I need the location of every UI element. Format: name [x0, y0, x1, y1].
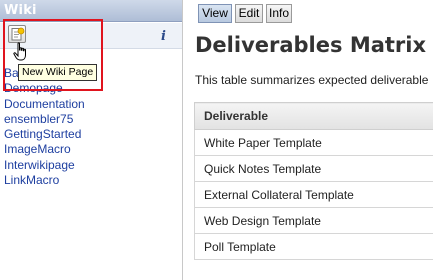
table-row: Poll Template [194, 233, 433, 260]
tab-info[interactable]: Info [266, 4, 292, 23]
sidebar-title: Wiki [4, 3, 37, 18]
deliverables-table: Deliverable White Paper Template Quick N… [194, 102, 433, 260]
table-row: Quick Notes Template [194, 155, 433, 182]
page-link[interactable]: LinkMacro [4, 173, 85, 188]
info-icon[interactable]: i [161, 29, 166, 44]
page-link[interactable]: ImageMacro [4, 142, 85, 157]
highlight-annotation [3, 19, 103, 91]
column-header-deliverable: Deliverable [194, 102, 433, 130]
table-row: Web Design Template [194, 207, 433, 234]
page-description: This table summarizes expected deliverab… [195, 73, 429, 87]
page-link[interactable]: Documentation [4, 97, 85, 112]
page-link[interactable]: GettingStarted [4, 127, 85, 142]
table-cell: External Collateral Template [194, 181, 433, 208]
table-cell: Poll Template [194, 233, 433, 260]
tab-edit[interactable]: Edit [235, 4, 263, 23]
page-link[interactable]: ensembler75 [4, 112, 85, 127]
table-row: External Collateral Template [194, 181, 433, 208]
page-link[interactable]: Interwikipage [4, 158, 85, 173]
table-header-row: Deliverable [194, 102, 433, 130]
table-cell: Web Design Template [194, 207, 433, 234]
tab-view[interactable]: View [198, 4, 232, 23]
table-cell: Quick Notes Template [194, 155, 433, 182]
table-row: White Paper Template [194, 129, 433, 156]
table-cell: White Paper Template [194, 129, 433, 156]
wiki-sidebar: Wiki i Ba Demopage Documentation ensembl… [0, 0, 183, 280]
page-title: Deliverables Matrix [195, 33, 427, 57]
